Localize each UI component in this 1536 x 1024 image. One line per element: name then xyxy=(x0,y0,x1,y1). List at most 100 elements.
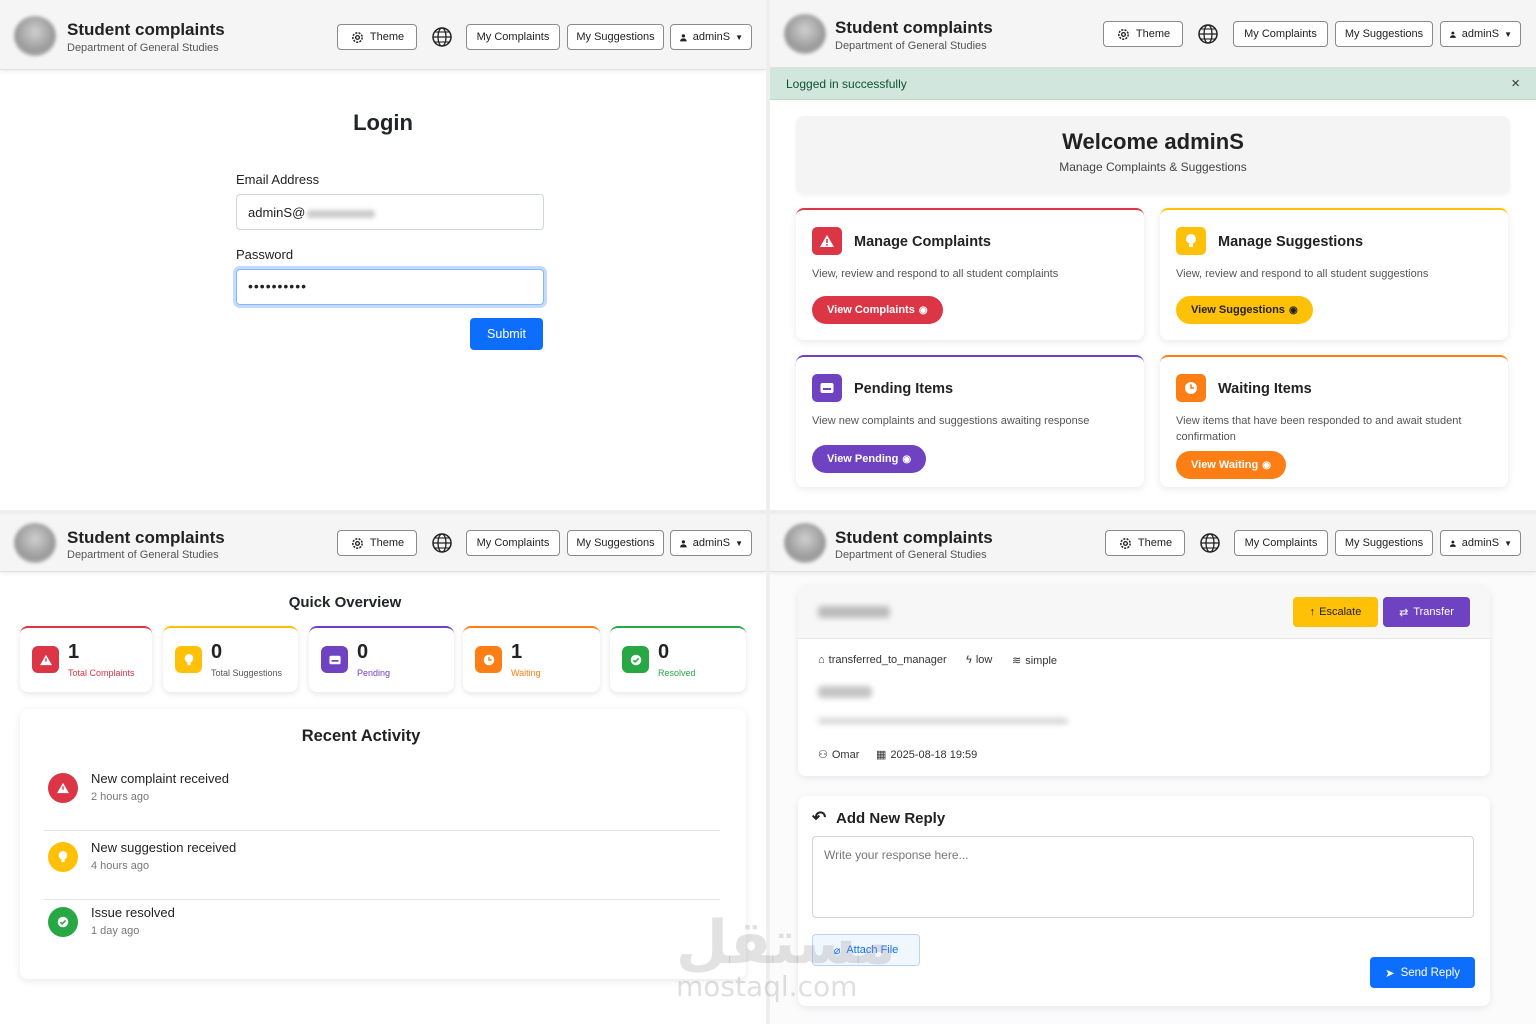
stat-total-suggestions[interactable]: 0 Total Suggestions xyxy=(163,626,298,692)
my-complaints-button[interactable]: My Complaints xyxy=(466,24,560,50)
stat-value: 1 xyxy=(68,641,80,663)
welcome-subtitle: Manage Complaints & Suggestions xyxy=(1059,160,1247,174)
my-complaints-button[interactable]: My Complaints xyxy=(1233,21,1328,47)
app-title: Student complaints xyxy=(835,18,993,37)
exchange-icon: ⇄ xyxy=(1399,606,1409,619)
inbox-icon xyxy=(321,646,348,673)
escalate-button[interactable]: ↑ Escalate xyxy=(1293,597,1378,627)
submit-button[interactable]: Submit xyxy=(470,318,543,350)
reply-textarea[interactable]: Write your response here... xyxy=(812,836,1474,918)
theme-label: Theme xyxy=(369,31,405,43)
language-globe-icon[interactable] xyxy=(1196,22,1220,46)
recent-activity-card: Recent Activity New complaint received 2… xyxy=(20,709,746,979)
login-panel: Student complaints Department of General… xyxy=(0,0,766,510)
complaint-detail-panel: Student complaints Department of General… xyxy=(770,514,1536,1024)
theme-button[interactable]: Theme xyxy=(1103,21,1183,47)
status-value: transferred_to_manager xyxy=(828,654,947,666)
email-redaction xyxy=(307,209,376,218)
user-menu-button[interactable]: adminS ▼ xyxy=(670,530,752,556)
user-menu-button[interactable]: adminS ▼ xyxy=(1440,21,1521,47)
activity-title: New complaint received xyxy=(91,771,230,786)
quick-overview-title: Quick Overview xyxy=(288,594,402,611)
theme-label: Theme xyxy=(369,537,405,549)
eye-icon: ◉ xyxy=(1288,304,1298,316)
language-globe-icon[interactable] xyxy=(1198,531,1222,555)
language-globe-icon[interactable] xyxy=(430,25,454,49)
app-header: Student complaints Department of General… xyxy=(770,0,1536,68)
user-menu-button[interactable]: adminS ▼ xyxy=(670,24,752,50)
check-circle-icon xyxy=(622,646,649,673)
my-suggestions-button[interactable]: My Suggestions xyxy=(567,24,664,50)
stat-waiting[interactable]: 1 Waiting xyxy=(463,626,600,692)
my-suggestions-button[interactable]: My Suggestions xyxy=(567,530,664,556)
gear-icon xyxy=(1119,537,1131,549)
university-logo xyxy=(784,14,826,54)
view-suggestions-button[interactable]: View Suggestions ◉ xyxy=(1176,296,1313,324)
user-icon xyxy=(680,539,687,547)
password-label: Password xyxy=(236,247,294,262)
type-value: simple xyxy=(1025,654,1058,667)
user-name: adminS xyxy=(692,31,731,43)
paperclip-icon: ⌀ xyxy=(833,944,841,957)
language-globe-icon[interactable] xyxy=(430,531,454,555)
university-logo xyxy=(784,523,826,563)
alert-message: Logged in successfully xyxy=(786,77,907,91)
theme-button[interactable]: Theme xyxy=(1105,530,1185,556)
view-complaints-button[interactable]: View Complaints ◉ xyxy=(812,296,943,324)
warning-icon xyxy=(48,773,78,803)
date: ▦ 2025-08-18 19:59 xyxy=(876,748,977,762)
stat-resolved[interactable]: 0 Resolved xyxy=(610,626,746,692)
app-subtitle: Department of General Studies xyxy=(67,549,219,561)
gear-icon xyxy=(1117,28,1129,40)
gear-icon xyxy=(351,537,363,549)
stat-value: 0 xyxy=(658,641,670,663)
my-complaints-button[interactable]: My Complaints xyxy=(1234,530,1328,556)
close-icon[interactable]: × xyxy=(1511,75,1520,92)
stat-pending[interactable]: 0 Pending xyxy=(309,626,454,692)
complaint-body-redacted xyxy=(818,718,1068,724)
university-logo xyxy=(14,16,56,56)
view-pending-button[interactable]: View Pending ◉ xyxy=(812,445,927,473)
escalate-label: Escalate xyxy=(1319,606,1362,618)
user-menu-button[interactable]: adminS ▼ xyxy=(1440,530,1521,556)
user-icon: ⚇ xyxy=(818,749,828,761)
recent-activity-title: Recent Activity xyxy=(301,727,421,745)
manage-complaints-card: Manage Complaints View, review and respo… xyxy=(796,208,1144,340)
app-header: Student complaints Department of General… xyxy=(0,0,766,70)
stat-total-complaints[interactable]: 1 Total Complaints xyxy=(20,626,152,692)
my-suggestions-button[interactable]: My Suggestions xyxy=(1335,530,1433,556)
view-waiting-button[interactable]: View Waiting ◉ xyxy=(1176,451,1286,479)
inbox-icon xyxy=(812,374,842,402)
status-tag: ⌂ transferred_to_manager xyxy=(818,654,947,666)
my-complaints-button[interactable]: My Complaints xyxy=(466,530,560,556)
reply-title: Add New Reply xyxy=(836,810,946,827)
attach-file-button[interactable]: ⌀ Attach File xyxy=(812,934,920,966)
theme-label: Theme xyxy=(1135,28,1171,40)
lightbulb-icon xyxy=(1176,227,1206,255)
complaint-card-header: ↑ Escalate ⇄ Transfer xyxy=(798,586,1490,639)
card-description: View new complaints and suggestions awai… xyxy=(812,415,1090,427)
priority-tag: ϟ low xyxy=(966,654,992,666)
activity-title: Issue resolved xyxy=(91,905,175,920)
app-subtitle: Department of General Studies xyxy=(67,42,219,54)
button-label: View Suggestions xyxy=(1191,304,1285,316)
activity-item: New complaint received 2 hours ago xyxy=(44,767,720,831)
eye-icon: ◉ xyxy=(1262,459,1271,471)
clock-icon xyxy=(1176,374,1206,402)
pending-items-card: Pending Items View new complaints and su… xyxy=(796,355,1144,487)
warning-icon xyxy=(812,227,842,255)
my-suggestions-button[interactable]: My Suggestions xyxy=(1335,21,1433,47)
user-icon xyxy=(1449,31,1456,38)
app-header: Student complaints Department of General… xyxy=(770,514,1536,572)
send-reply-button[interactable]: ➤ Send Reply xyxy=(1370,957,1475,988)
login-title: Login xyxy=(353,110,413,135)
email-field[interactable]: adminS@ xyxy=(236,194,544,230)
transfer-button[interactable]: ⇄ Transfer xyxy=(1383,597,1470,627)
theme-button[interactable]: Theme xyxy=(337,24,417,50)
bolt-icon: ϟ xyxy=(966,654,972,666)
theme-button[interactable]: Theme xyxy=(337,530,417,556)
password-field[interactable]: •••••••••• xyxy=(236,269,544,305)
warning-icon xyxy=(32,646,59,673)
eye-icon: ◉ xyxy=(918,304,928,316)
theme-label: Theme xyxy=(1137,537,1173,549)
